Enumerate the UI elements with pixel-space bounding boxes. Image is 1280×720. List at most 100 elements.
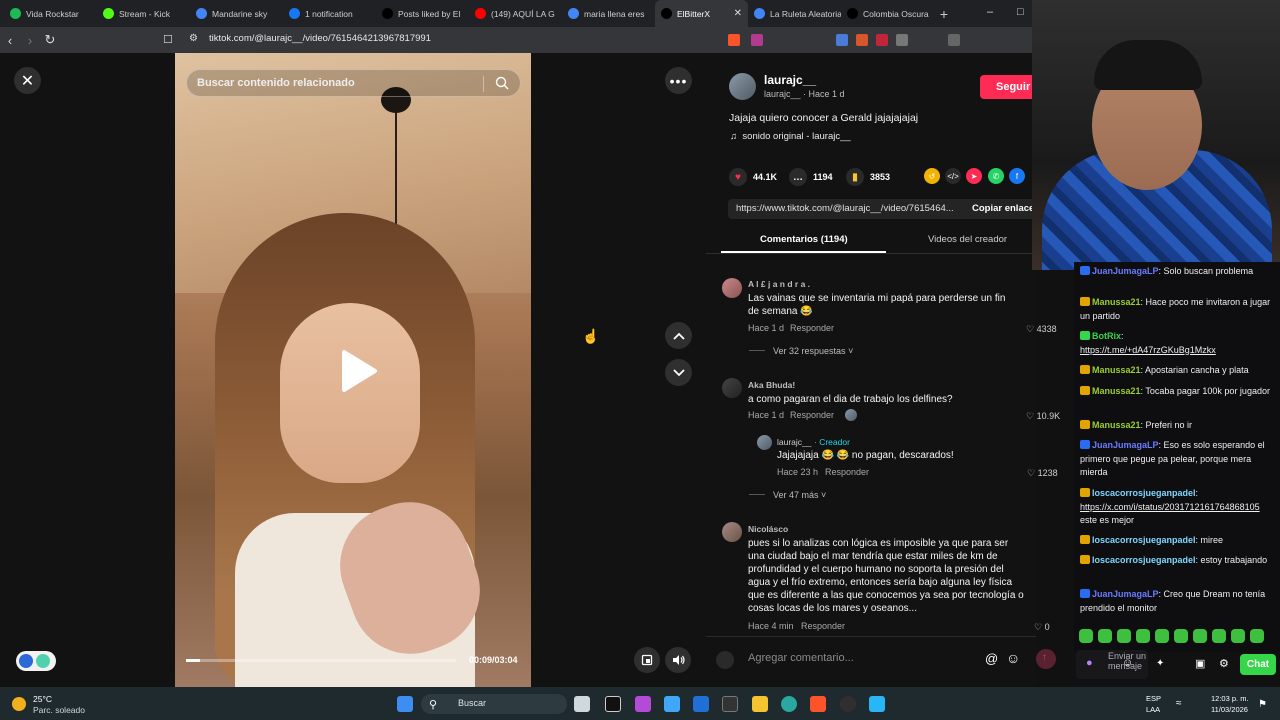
bookmark-icon[interactable]: ☐ xyxy=(163,33,173,46)
reply-button[interactable]: Responder xyxy=(790,410,834,420)
emote-icon[interactable] xyxy=(1250,629,1264,643)
brave-icon[interactable] xyxy=(810,696,826,712)
weather-temperature[interactable]: 25°C xyxy=(33,694,52,704)
windows-start-icon[interactable] xyxy=(397,696,413,712)
comment-input[interactable]: Agregar comentario... xyxy=(748,652,854,664)
weather-icon[interactable] xyxy=(12,697,26,711)
emoji-icon[interactable]: ☺ xyxy=(1122,657,1133,669)
heart-icon[interactable]: ♥ xyxy=(729,168,747,186)
capcut-icon[interactable] xyxy=(605,696,621,712)
volume-button[interactable] xyxy=(665,647,691,673)
view-replies-button[interactable]: Ver 32 respuestas ˅ xyxy=(773,346,853,356)
puzzle-icon[interactable] xyxy=(896,34,908,46)
post-comment-button[interactable]: ↑ xyxy=(1036,649,1056,669)
emote-icon[interactable] xyxy=(1079,629,1093,643)
video-progress-bar[interactable] xyxy=(186,659,456,662)
copilot-icon[interactable] xyxy=(664,696,680,712)
chat-link[interactable]: https://t.me/+dA47rzGKuBg1Mzkx xyxy=(1080,345,1216,355)
whatsapp-icon[interactable]: ✆ xyxy=(988,168,1004,184)
chat-username[interactable]: JuanJumagaLP xyxy=(1092,440,1159,450)
media-icon[interactable] xyxy=(948,34,960,46)
file-explorer-icon[interactable] xyxy=(752,696,768,712)
comment-like[interactable]: ♡ 0 xyxy=(1034,622,1050,633)
emote-icon[interactable] xyxy=(1174,629,1188,643)
emote-icon[interactable] xyxy=(1212,629,1226,643)
points-icon[interactable]: ✦ xyxy=(1156,658,1164,669)
reply-author-avatar[interactable] xyxy=(757,435,772,450)
app-icon[interactable] xyxy=(635,696,651,712)
author-avatar[interactable] xyxy=(729,73,756,100)
emote-icon[interactable] xyxy=(1136,629,1150,643)
back-icon[interactable]: ‹ xyxy=(0,33,20,48)
browser-tab[interactable]: Mandarine sky xyxy=(190,0,283,27)
notepad-icon[interactable] xyxy=(869,696,885,712)
copy-link-button[interactable]: Copiar enlace xyxy=(972,203,1034,214)
mention-icon[interactable]: @ xyxy=(985,651,998,666)
author-name[interactable]: laurajc__ xyxy=(764,73,816,87)
chat-username[interactable]: Manussa21 xyxy=(1092,386,1141,396)
reload-icon[interactable]: ↻ xyxy=(40,32,60,48)
browser-tab[interactable]: Vida Rockstar xyxy=(4,0,97,27)
embed-icon[interactable]: </> xyxy=(945,168,961,184)
notification-bell-icon[interactable]: ⚑ xyxy=(1258,699,1267,710)
chat-username[interactable]: Manussa21 xyxy=(1092,420,1141,430)
emote-icon[interactable] xyxy=(1098,629,1112,643)
follow-button[interactable]: Seguir xyxy=(980,75,1036,99)
more-options-button[interactable]: ••• xyxy=(665,67,692,94)
commenter-avatar[interactable] xyxy=(722,522,742,542)
tab-comments[interactable]: Comentarios (1194) xyxy=(760,234,848,245)
browser-tab[interactable]: Posts liked by El xyxy=(376,0,469,27)
chat-username[interactable]: JuanJumagaLP xyxy=(1092,266,1159,276)
forward-icon[interactable]: › xyxy=(20,33,40,48)
edge-icon[interactable] xyxy=(781,696,797,712)
site-info-icon[interactable]: ⚙ xyxy=(189,33,198,44)
emote-icon[interactable] xyxy=(1117,629,1131,643)
comment-author[interactable]: Nicolásco xyxy=(748,524,788,534)
chat-send-button[interactable]: Chat xyxy=(1240,654,1276,675)
maximize-icon[interactable]: □ xyxy=(1017,6,1024,18)
chat-username[interactable]: Manussa21 xyxy=(1092,365,1141,375)
close-button[interactable]: ✕ xyxy=(14,67,41,94)
comment-like[interactable]: ♡ 4338 xyxy=(1026,324,1057,335)
reply-button[interactable]: Responder xyxy=(790,323,834,333)
reply-like[interactable]: ♡ 1238 xyxy=(1027,468,1058,479)
browser-tab[interactable]: (149) AQUÍ LA G xyxy=(469,0,562,27)
related-search-input[interactable]: Buscar contenido relacionado xyxy=(186,69,521,97)
chat-username[interactable]: loscacorrosjueganpadel xyxy=(1092,555,1196,565)
browser-tab[interactable]: Stream - Kick xyxy=(97,0,190,27)
keyboard-language[interactable]: ESP xyxy=(1146,694,1161,703)
extension-icon[interactable] xyxy=(836,34,848,46)
wifi-icon[interactable]: ≈ xyxy=(1176,698,1182,709)
obs-icon[interactable] xyxy=(840,696,856,712)
extension-icon[interactable] xyxy=(876,34,888,46)
play-icon[interactable] xyxy=(338,349,378,393)
chat-username[interactable]: Manussa21 xyxy=(1092,297,1141,307)
view-more-replies-button[interactable]: Ver 47 más ˅ xyxy=(773,490,826,500)
comment-author[interactable]: Aka Bhuda! xyxy=(748,380,795,390)
reply-button[interactable]: Responder xyxy=(801,621,845,631)
reply-author[interactable]: laurajc__ xyxy=(777,437,812,447)
browser-tab[interactable]: Colombia Oscura xyxy=(841,0,934,27)
url-text[interactable]: tiktok.com/@laurajc__/video/761546421396… xyxy=(209,33,431,44)
microphone-icon[interactable]: ● xyxy=(1086,657,1093,669)
store-icon[interactable] xyxy=(693,696,709,712)
search-icon[interactable] xyxy=(495,76,509,90)
emote-icon[interactable] xyxy=(1231,629,1245,643)
reply-button[interactable]: Responder xyxy=(825,467,869,477)
chat-link[interactable]: https://x.com/i/status/20317121617648681… xyxy=(1080,502,1260,512)
comment-author[interactable]: A l £ j a n d r a . xyxy=(748,279,810,289)
minimize-icon[interactable]: – xyxy=(987,6,993,18)
gift-icon[interactable]: ▣ xyxy=(1195,657,1205,670)
comment-like[interactable]: ♡ 10.9K xyxy=(1026,411,1060,422)
chat-username[interactable]: JuanJumagaLP xyxy=(1092,589,1159,599)
extension-toggle[interactable] xyxy=(16,651,56,671)
clock-time[interactable]: 12:03 p. m. xyxy=(1211,694,1249,703)
taskbar-search[interactable]: Buscar xyxy=(421,694,567,714)
commenter-avatar[interactable] xyxy=(722,278,742,298)
chat-username[interactable]: loscacorrosjueganpadel xyxy=(1092,488,1196,498)
commenter-avatar[interactable] xyxy=(722,378,742,398)
facebook-icon[interactable]: f xyxy=(1009,168,1025,184)
sound-link[interactable]: ♫ sonido original - laurajc__ xyxy=(730,131,851,142)
tab-close-icon[interactable]: ✕ xyxy=(734,8,742,19)
browser-tab[interactable]: maria llena eres xyxy=(562,0,655,27)
